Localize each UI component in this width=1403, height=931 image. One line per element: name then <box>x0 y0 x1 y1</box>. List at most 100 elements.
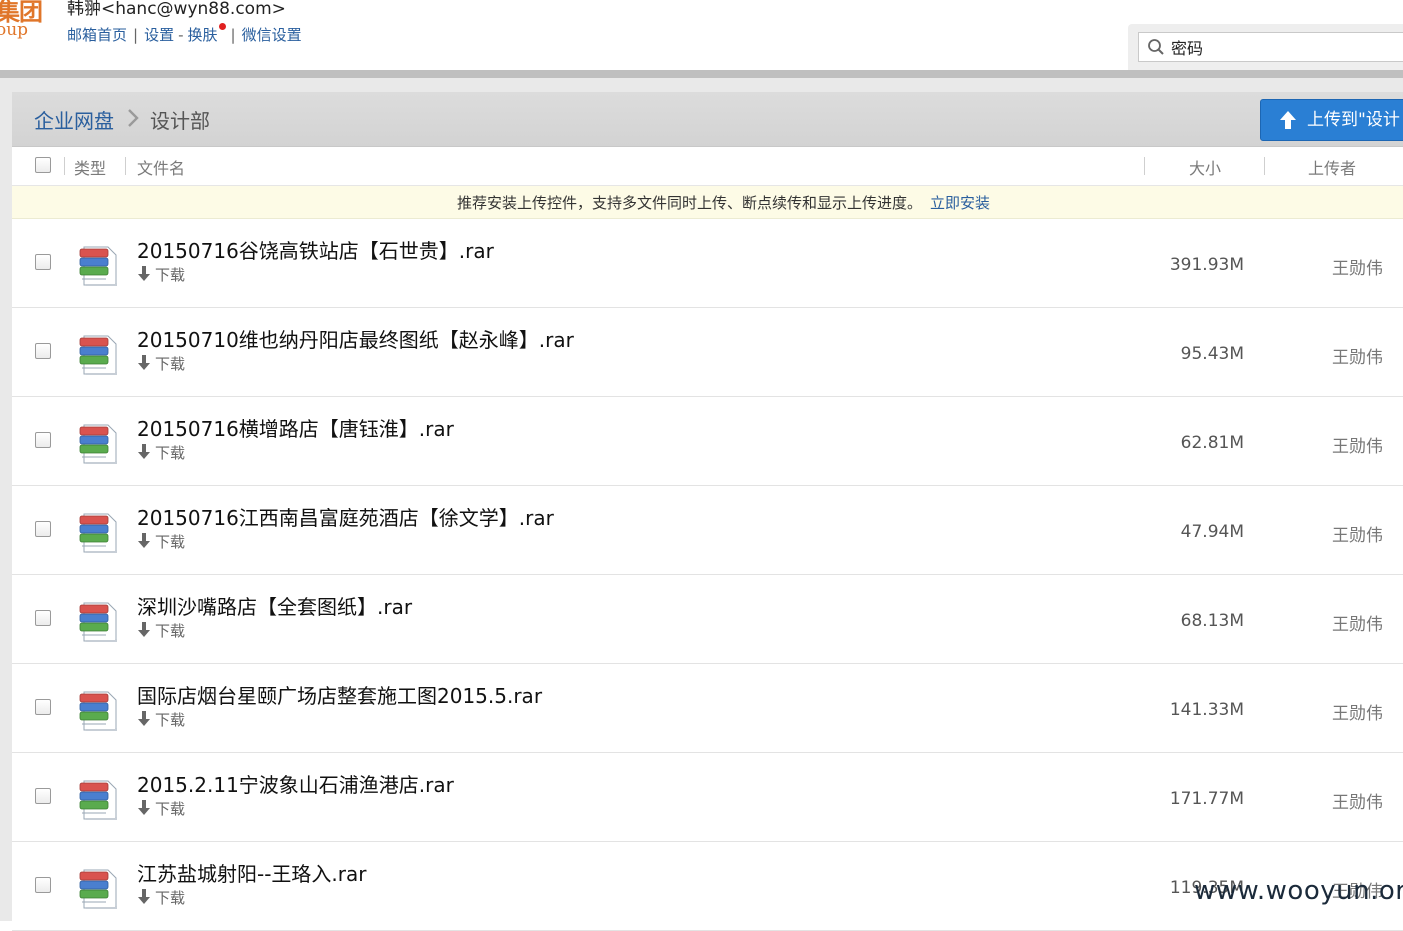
download-label: 下载 <box>155 622 186 640</box>
arrow-up-icon <box>1280 111 1296 129</box>
upload-button-label: 上传到"设计 <box>1307 110 1400 130</box>
logo-text-en: oup <box>0 20 29 40</box>
download-link[interactable]: 下载 <box>137 798 185 819</box>
column-divider <box>1264 157 1265 175</box>
download-label: 下载 <box>155 800 186 818</box>
breadcrumb: 企业网盘 设计部 上传到"设计 <box>12 92 1403 147</box>
column-divider <box>1144 157 1145 175</box>
row-checkbox[interactable] <box>35 521 51 537</box>
search-icon[interactable] <box>1147 38 1165 56</box>
file-row[interactable]: 2015.2.11宁波象山石浦渔港店.rar 下载 171.77M 王勋伟 <box>12 753 1403 842</box>
file-name[interactable]: 江苏盐城射阳--王珞入.rar <box>137 858 367 887</box>
search-box[interactable] <box>1138 32 1403 62</box>
search-input[interactable] <box>1171 36 1403 58</box>
user-account: 韩翀<hanc@wyn88.com> <box>67 0 286 19</box>
rar-archive-icon <box>79 335 117 375</box>
file-list: 20150716谷饶高铁站店【石世贵】.rar 下载 391.93M 王勋伟 2… <box>12 219 1403 931</box>
breadcrumb-current: 设计部 <box>150 109 210 133</box>
select-all-checkbox[interactable] <box>35 157 51 173</box>
file-name[interactable]: 20150716谷饶高铁站店【石世贵】.rar <box>137 235 494 264</box>
nav-mail-home[interactable]: 邮箱首页 <box>67 24 127 45</box>
file-size: 95.43M <box>1180 344 1244 364</box>
download-link[interactable]: 下载 <box>137 887 185 908</box>
row-checkbox[interactable] <box>35 699 51 715</box>
column-size[interactable]: 大小 <box>1189 155 1221 179</box>
notice-message: 推荐安装上传控件，支持多文件同时上传、断点续传和显示上传进度。 立即安装 <box>457 192 990 213</box>
arrow-down-icon <box>138 711 150 726</box>
rar-archive-icon <box>79 602 117 642</box>
file-name[interactable]: 20150716江西南昌富庭苑酒店【徐文学】.rar <box>137 502 554 531</box>
row-checkbox[interactable] <box>35 343 51 359</box>
file-uploader: 王勋伟 <box>1332 437 1383 457</box>
company-logo[interactable]: 集团 oup <box>0 0 43 48</box>
file-uploader: 王勋伟 <box>1332 615 1383 635</box>
nav-wechat-settings[interactable]: 微信设置 <box>242 24 302 45</box>
notification-dot <box>218 23 226 30</box>
download-link[interactable]: 下载 <box>137 620 185 641</box>
file-uploader: 王勋伟 <box>1332 704 1383 724</box>
file-size: 171.77M <box>1169 789 1244 809</box>
rar-archive-icon <box>79 691 117 731</box>
column-header: 类型 文件名 大小 上传者 <box>12 147 1403 186</box>
arrow-down-icon <box>138 622 150 637</box>
file-row[interactable]: 20150716谷饶高铁站店【石世贵】.rar 下载 391.93M 王勋伟 <box>12 219 1403 308</box>
file-uploader: 王勋伟 <box>1332 348 1383 368</box>
top-header: 集团 oup 韩翀<hanc@wyn88.com> 邮箱首页 | 设置 - 换肤 | 微信设… <box>0 0 1403 72</box>
row-checkbox[interactable] <box>35 788 51 804</box>
download-label: 下载 <box>155 533 186 551</box>
header-divider <box>0 70 1403 78</box>
column-filename[interactable]: 文件名 <box>137 155 185 179</box>
file-row[interactable]: 20150710维也纳丹阳店最终图纸【赵永峰】.rar 下载 95.43M 王勋… <box>12 308 1403 397</box>
download-label: 下载 <box>155 355 186 373</box>
file-size: 68.13M <box>1180 611 1244 631</box>
arrow-down-icon <box>138 889 150 904</box>
rar-archive-icon <box>79 424 117 464</box>
column-divider <box>125 157 126 175</box>
file-uploader: 王勋伟 <box>1332 526 1383 546</box>
install-now-link[interactable]: 立即安装 <box>930 194 990 212</box>
file-uploader: 王勋伟 <box>1332 259 1383 279</box>
download-label: 下载 <box>155 444 186 462</box>
chevron-right-icon <box>128 109 139 127</box>
rar-archive-icon <box>79 246 117 286</box>
file-size: 47.94M <box>1180 522 1244 542</box>
nav-skin[interactable]: 换肤 <box>188 24 218 45</box>
notice-text: 推荐安装上传控件，支持多文件同时上传、断点续传和显示上传进度。 <box>457 194 923 212</box>
row-checkbox[interactable] <box>35 610 51 626</box>
column-uploader[interactable]: 上传者 <box>1308 155 1356 179</box>
download-link[interactable]: 下载 <box>137 353 185 374</box>
file-row[interactable]: 国际店烟台星颐广场店整套施工图2015.5.rar 下载 141.33M 王勋伟 <box>12 664 1403 753</box>
breadcrumb-root[interactable]: 企业网盘 <box>34 105 114 134</box>
download-link[interactable]: 下载 <box>137 442 185 463</box>
file-name[interactable]: 20150710维也纳丹阳店最终图纸【赵永峰】.rar <box>137 324 574 353</box>
file-size: 141.33M <box>1169 700 1244 720</box>
nav-separator: | <box>133 26 139 44</box>
arrow-down-icon <box>138 800 150 815</box>
file-size: 62.81M <box>1180 433 1244 453</box>
install-notice: 推荐安装上传控件，支持多文件同时上传、断点续传和显示上传进度。 立即安装 <box>12 186 1403 219</box>
file-name[interactable]: 2015.2.11宁波象山石浦渔港店.rar <box>137 769 454 798</box>
file-row[interactable]: 20150716江西南昌富庭苑酒店【徐文学】.rar 下载 47.94M 王勋伟 <box>12 486 1403 575</box>
file-name[interactable]: 国际店烟台星颐广场店整套施工图2015.5.rar <box>137 680 542 709</box>
row-checkbox[interactable] <box>35 877 51 893</box>
file-row[interactable]: 深圳沙嘴路店【全套图纸】.rar 下载 68.13M 王勋伟 <box>12 575 1403 664</box>
file-row[interactable]: 20150716横增路店【唐钰淮】.rar 下载 62.81M 王勋伟 <box>12 397 1403 486</box>
arrow-down-icon <box>138 533 150 548</box>
nav-settings[interactable]: 设置 <box>144 24 174 45</box>
top-nav: 邮箱首页 | 设置 - 换肤 | 微信设置 <box>67 23 302 45</box>
rar-archive-icon <box>79 513 117 553</box>
row-checkbox[interactable] <box>35 432 51 448</box>
file-name[interactable]: 20150716横增路店【唐钰淮】.rar <box>137 413 454 442</box>
file-name[interactable]: 深圳沙嘴路店【全套图纸】.rar <box>137 591 412 620</box>
file-size: 391.93M <box>1169 255 1244 275</box>
download-link[interactable]: 下载 <box>137 264 185 285</box>
download-label: 下载 <box>155 266 186 284</box>
upload-button[interactable]: 上传到"设计 <box>1260 99 1403 141</box>
download-link[interactable]: 下载 <box>137 531 185 552</box>
column-type[interactable]: 类型 <box>74 155 106 179</box>
rar-archive-icon <box>79 869 117 909</box>
file-uploader: 王勋伟 <box>1332 793 1383 813</box>
download-link[interactable]: 下载 <box>137 709 185 730</box>
netdisk-panel: 企业网盘 设计部 上传到"设计 类型 文件名 大小 上传者 推荐安装上传控件，支… <box>12 92 1403 931</box>
row-checkbox[interactable] <box>35 254 51 270</box>
